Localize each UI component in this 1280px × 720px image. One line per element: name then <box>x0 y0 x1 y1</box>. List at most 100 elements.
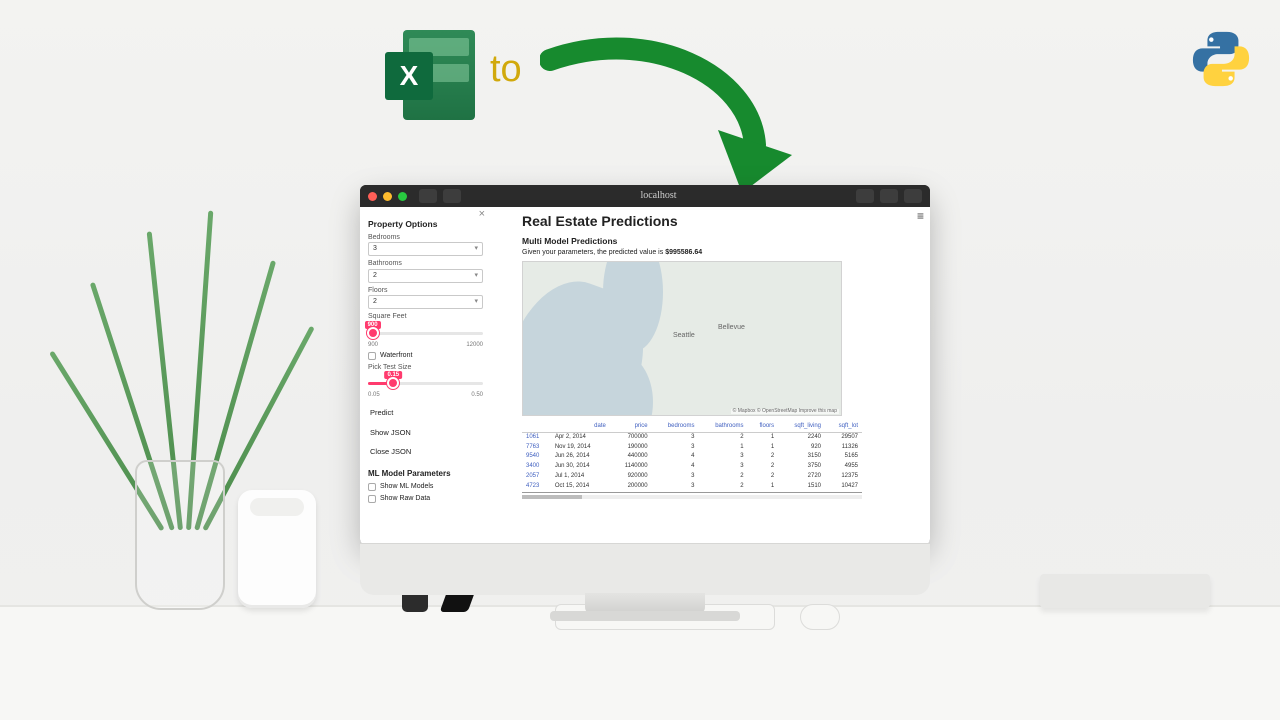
nav-back-button[interactable] <box>419 189 437 203</box>
window-titlebar: localhost <box>360 185 930 207</box>
table-cell: 440000 <box>610 452 652 462</box>
table-cell: 1061 <box>522 432 551 442</box>
table-cell: 1140000 <box>610 462 652 472</box>
new-tab-button[interactable] <box>880 189 898 203</box>
table-header[interactable]: sqft_lot <box>825 422 862 432</box>
table-cell: 7763 <box>522 443 551 453</box>
table-cell: 12375 <box>825 472 862 482</box>
table-cell: 4 <box>652 462 699 472</box>
table-header[interactable]: sqft_living <box>778 422 825 432</box>
sonos-speaker <box>238 490 316 608</box>
table-cell: 29507 <box>825 432 862 442</box>
predict-button[interactable]: Predict <box>368 404 483 422</box>
table-header[interactable]: floors <box>748 422 779 432</box>
window-close-button[interactable] <box>368 192 377 201</box>
table-cell: 920 <box>778 443 825 453</box>
main-content: Real Estate Predictions Multi Model Pred… <box>492 207 930 545</box>
table-cell: 2720 <box>778 472 825 482</box>
to-label: to <box>490 50 522 88</box>
show-json-button[interactable]: Show JSON <box>368 424 483 442</box>
sidebar-close-button[interactable]: × <box>479 209 485 220</box>
table-hscrollbar[interactable] <box>522 495 862 499</box>
map-label-seattle: Seattle <box>673 332 695 339</box>
nav-forward-button[interactable] <box>443 189 461 203</box>
testsize-max: 0.50 <box>471 392 483 398</box>
bathrooms-select[interactable]: 2 <box>368 269 483 283</box>
table-row[interactable]: 3400Jun 30, 2014114000043237504955 <box>522 462 862 472</box>
table-cell: 3150 <box>778 452 825 462</box>
table-header[interactable]: bathrooms <box>698 422 747 432</box>
window-maximize-button[interactable] <box>398 192 407 201</box>
imac-chin <box>360 543 930 595</box>
table-row[interactable]: 9540Jun 26, 201444000043231505165 <box>522 452 862 462</box>
imac: localhost ≡ × Property Options Bedrooms … <box>360 185 930 625</box>
prediction-value: $995586.64 <box>665 249 702 256</box>
share-button[interactable] <box>856 189 874 203</box>
table-cell: 4723 <box>522 482 551 492</box>
waterfront-label: Waterfront <box>380 352 412 359</box>
checkbox-box-icon <box>368 352 376 360</box>
tabs-button[interactable] <box>904 189 922 203</box>
window-title: localhost <box>640 191 676 201</box>
table-header[interactable]: price <box>610 422 652 432</box>
table-cell: Oct 15, 2014 <box>551 482 610 492</box>
table-cell: 2057 <box>522 472 551 482</box>
table-cell: 2 <box>748 462 779 472</box>
streamlit-app: ≡ × Property Options Bedrooms 3 Bathroom… <box>360 207 930 545</box>
page-title: Real Estate Predictions <box>522 213 916 230</box>
sidebar: × Property Options Bedrooms 3 Bathrooms … <box>360 207 492 545</box>
table-cell: 4955 <box>825 462 862 472</box>
page-subtitle: Multi Model Predictions <box>522 236 916 246</box>
table-cell: 1 <box>748 482 779 492</box>
table-cell: 11326 <box>825 443 862 453</box>
table-row[interactable]: 1061Apr 2, 2014700000321224029507 <box>522 432 862 442</box>
table-cell: Jul 1, 2014 <box>551 472 610 482</box>
table-header[interactable]: bedrooms <box>652 422 699 432</box>
table-cell: 2 <box>698 432 747 442</box>
close-json-button[interactable]: Close JSON <box>368 443 483 461</box>
hamburger-icon[interactable]: ≡ <box>917 210 924 222</box>
sqft-slider[interactable]: 900 <box>368 324 483 342</box>
testsize-min: 0.05 <box>368 392 380 398</box>
bathrooms-label: Bathrooms <box>368 260 483 268</box>
python-icon <box>1190 28 1252 90</box>
show-raw-checkbox[interactable]: Show Raw Data <box>368 495 483 503</box>
waterfront-checkbox[interactable]: Waterfront <box>368 352 483 360</box>
show-models-checkbox[interactable]: Show ML Models <box>368 483 483 491</box>
excel-icon: X <box>385 30 475 120</box>
map[interactable]: Seattle Bellevue © Mapbox © OpenStreetMa… <box>522 261 842 416</box>
table-header[interactable] <box>522 422 551 432</box>
data-table: datepricebedroomsbathroomsfloorssqft_liv… <box>522 422 862 493</box>
laptop-closed <box>1040 574 1210 608</box>
table-cell: 10427 <box>825 482 862 492</box>
sqft-label: Square Feet <box>368 313 483 321</box>
floors-label: Floors <box>368 287 483 295</box>
map-label-bellevue: Bellevue <box>718 324 745 331</box>
table-row[interactable]: 2057Jul 1, 2014920000322272012375 <box>522 472 862 482</box>
show-models-label: Show ML Models <box>380 483 433 490</box>
table-cell: Jun 30, 2014 <box>551 462 610 472</box>
table-cell: 9540 <box>522 452 551 462</box>
table-row[interactable]: 7763Nov 19, 201419000031192011326 <box>522 443 862 453</box>
table-cell: 3 <box>652 482 699 492</box>
arrow-icon <box>540 35 800 195</box>
floors-select[interactable]: 2 <box>368 295 483 309</box>
bathrooms-value: 2 <box>373 270 377 282</box>
bedrooms-select[interactable]: 3 <box>368 242 483 256</box>
table-cell: 3750 <box>778 462 825 472</box>
table-cell: 2 <box>698 472 747 482</box>
testsize-slider[interactable]: 0.15 <box>368 374 483 392</box>
imac-foot <box>550 611 740 621</box>
table-cell: 920000 <box>610 472 652 482</box>
checkbox-box-icon <box>368 495 376 503</box>
table-header[interactable]: date <box>551 422 610 432</box>
table-row[interactable]: 4723Oct 15, 2014200000321151010427 <box>522 482 862 492</box>
table-cell: Apr 2, 2014 <box>551 432 610 442</box>
bedrooms-label: Bedrooms <box>368 234 483 242</box>
table-cell: 3 <box>698 462 747 472</box>
table-cell: 5165 <box>825 452 862 462</box>
table-cell: 1510 <box>778 482 825 492</box>
bedrooms-value: 3 <box>373 243 377 255</box>
map-attribution: © Mapbox © OpenStreetMap Improve this ma… <box>731 409 839 414</box>
window-minimize-button[interactable] <box>383 192 392 201</box>
